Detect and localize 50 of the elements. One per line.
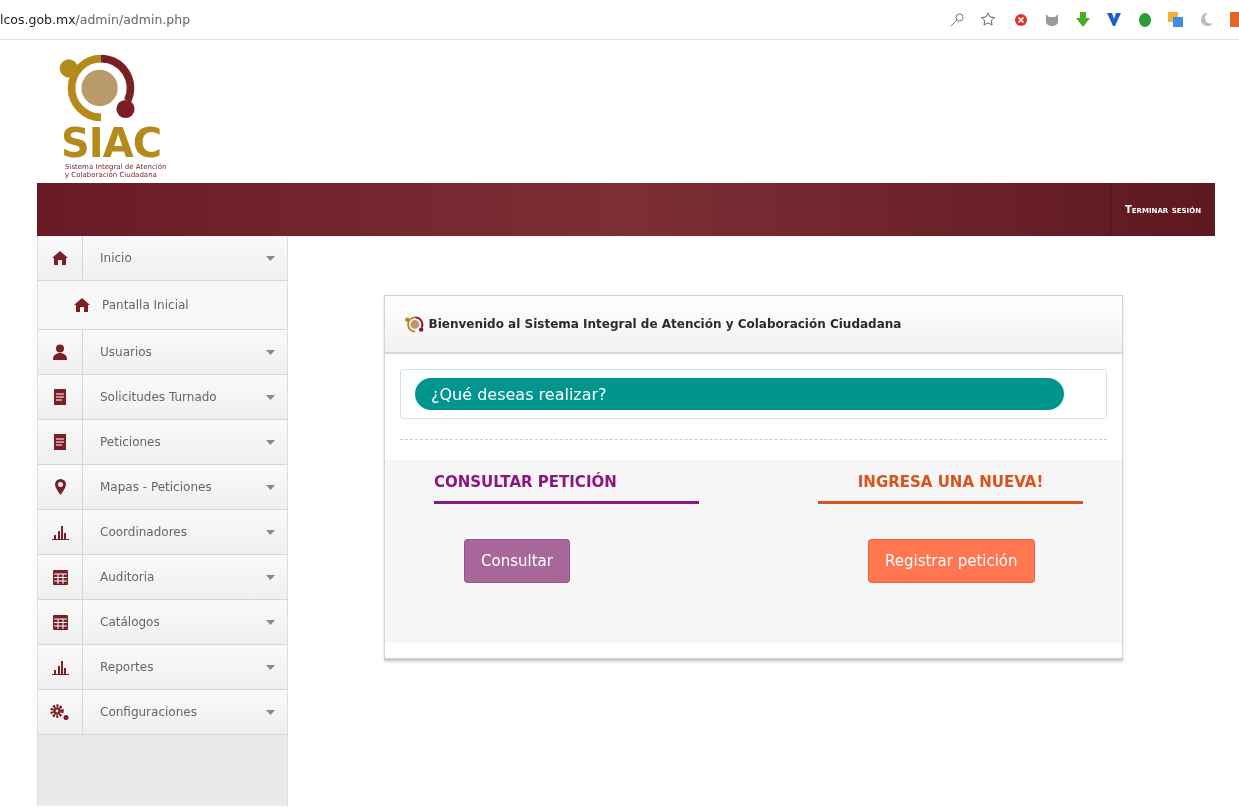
cat-icon[interactable] [1045,13,1059,26]
menu-item[interactable]: Coordinadores [38,510,287,555]
caret-icon [266,439,275,445]
down-arrow-icon[interactable] [1076,12,1090,27]
document-icon [54,389,66,405]
home-icon [52,251,68,265]
table-icon [52,569,68,585]
url-text: lcos.gob.mx/admin/admin.php [0,12,192,27]
menu-item[interactable]: Configuraciones [38,690,287,735]
card-title: Bienvenido al Sistema Integral de Atención y Colaboración Ciudadana [428,317,902,331]
menu-item[interactable]: Auditoria [38,555,287,600]
star-icon[interactable] [981,11,997,28]
submenu-item[interactable]: Pantalla Inicial [38,281,287,330]
table-icon [52,614,68,630]
close-circle-icon[interactable] [1014,12,1028,27]
home-icon [74,298,90,312]
user-icon [53,344,67,360]
caret-icon [266,664,275,670]
address-bar[interactable]: lcos.gob.mx/admin/admin.php [0,0,1239,40]
menu-item[interactable]: Catálogos [38,600,287,645]
caret-icon [266,529,275,535]
menu-item[interactable]: Inicio [38,236,287,281]
question-banner: ¿Qué deseas realizar? [415,378,1064,410]
menu-item[interactable]: Mapas - Peticiones [38,465,287,510]
document-icon [54,434,66,450]
v-shape-icon[interactable] [1107,13,1121,26]
logo-icon [405,315,425,333]
logout-link[interactable]: Terminar sesión [1110,183,1215,236]
caret-icon [266,709,275,715]
menu-item[interactable]: Reportes [38,645,287,690]
moon-icon[interactable] [1200,13,1213,26]
bar-chart-icon [51,524,69,540]
bar-chart-icon [51,659,69,675]
caret-icon [266,619,275,625]
logo-title: SIAC [61,123,161,163]
consult-button[interactable]: Consultar [464,539,570,583]
caret-icon [266,484,275,490]
caret-icon [266,255,275,261]
gears-icon [50,703,70,721]
map-pin-icon [54,479,66,495]
menu-item[interactable]: Usuarios [38,330,287,375]
key-icon[interactable] [950,12,964,27]
menu-item[interactable]: Peticiones [38,420,287,465]
caret-icon [266,349,275,355]
section-heading: CONSULTAR PETICIÓN [434,473,699,504]
translate-icon[interactable] [1168,12,1183,27]
caret-icon [266,394,275,400]
section-heading: INGRESA UNA NUEVA! [818,473,1083,504]
menu-item[interactable]: Solicitudes Turnado [38,375,287,420]
caret-icon [266,574,275,580]
